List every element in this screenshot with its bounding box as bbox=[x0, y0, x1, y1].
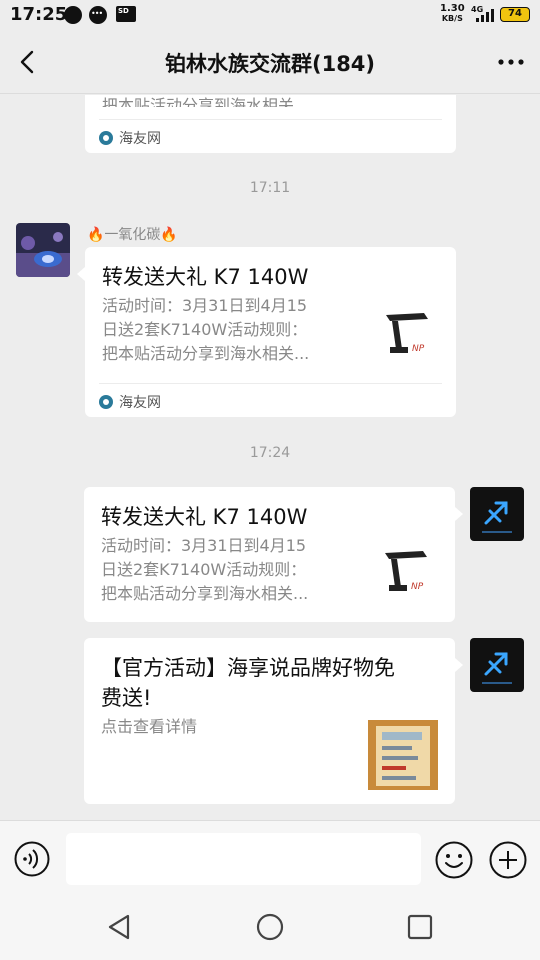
link-card[interactable]: 【官方活动】海享说品牌好物免 费送! 点击查看详情 bbox=[84, 638, 455, 804]
card-desc-line: 活动时间：3月31日到4月15 bbox=[102, 296, 308, 315]
card-source-label: 海友网 bbox=[119, 395, 161, 411]
fish-avatar-image bbox=[16, 223, 70, 277]
source-logo-icon bbox=[99, 131, 113, 145]
network-speed-unit: KB/S bbox=[441, 14, 463, 23]
card-divider bbox=[99, 383, 442, 384]
avatar[interactable] bbox=[470, 638, 524, 692]
card-source: 海友网 bbox=[99, 392, 161, 412]
card-desc-line: 把本贴活动分享到海水相关... bbox=[101, 584, 309, 603]
network-speed: 1.30 KB/S bbox=[440, 4, 465, 24]
card-title-line: 费送! bbox=[101, 686, 152, 710]
chat-notification-icon bbox=[64, 6, 82, 24]
timestamp: 17:24 bbox=[249, 445, 291, 461]
chat-header: 铂林水族交流群(184) bbox=[0, 30, 540, 94]
back-triangle-icon[interactable] bbox=[106, 913, 134, 941]
svg-text:NP: NP bbox=[411, 582, 424, 592]
avatar[interactable] bbox=[16, 223, 70, 277]
page-title: 铂林水族交流群(184) bbox=[164, 52, 376, 76]
signal-icon bbox=[476, 8, 494, 22]
card-desc-line: 日送2套K7140W活动规则： bbox=[102, 320, 308, 339]
system-navigation-bar bbox=[0, 897, 540, 960]
link-card[interactable]: 转发送大礼 K7 140W 活动时间：3月31日到4月15 日送2套K7140W… bbox=[85, 247, 456, 417]
timestamp: 17:11 bbox=[249, 180, 291, 196]
card-desc-line: 点击查看详情 bbox=[101, 717, 198, 736]
card-description-tail: 把本贴活动分享到海水相关... bbox=[102, 96, 310, 107]
emoji-icon[interactable] bbox=[435, 841, 473, 879]
sender-name: 🔥一氧化碳🔥 bbox=[87, 227, 178, 243]
more-horizontal-icon[interactable] bbox=[496, 48, 526, 76]
avatar[interactable] bbox=[470, 487, 524, 541]
svg-text:NP: NP bbox=[412, 344, 425, 354]
source-logo-icon bbox=[99, 395, 113, 409]
sagittarius-avatar-image bbox=[470, 638, 524, 692]
card-title: 转发送大礼 K7 140W bbox=[101, 505, 308, 529]
message-list[interactable]: 把本贴活动分享到海水相关... 海友网 17:11 🔥一氧化碳🔥 转发送大礼 K… bbox=[0, 95, 540, 820]
card-source: 海友网 bbox=[99, 128, 161, 148]
link-card-partial[interactable]: 把本贴活动分享到海水相关... 海友网 bbox=[85, 95, 456, 153]
card-title: 转发送大礼 K7 140W bbox=[102, 265, 309, 289]
card-desc-line: 把本贴活动分享到海水相关... bbox=[102, 344, 310, 363]
card-desc-line: 日送2套K7140W活动规则： bbox=[101, 560, 307, 579]
link-card[interactable]: 转发送大礼 K7 140W 活动时间：3月31日到4月15 日送2套K7140W… bbox=[84, 487, 455, 622]
home-circle-icon[interactable] bbox=[256, 913, 284, 941]
lamp-thumbnail-image: NP bbox=[378, 305, 440, 367]
card-title-line: 【官方活动】海享说品牌好物免 bbox=[101, 656, 395, 680]
status-bar: 17:25 SD 1.30 KB/S 4G 74 bbox=[0, 0, 540, 30]
plus-icon[interactable] bbox=[489, 841, 527, 879]
recent-apps-icon[interactable] bbox=[407, 914, 433, 940]
lamp-thumbnail-image: NP bbox=[377, 543, 439, 605]
bubble-tail bbox=[455, 658, 463, 672]
input-bar bbox=[0, 820, 540, 897]
card-desc-line: 活动时间：3月31日到4月15 bbox=[101, 536, 307, 555]
bubble-tail bbox=[455, 507, 463, 521]
voice-icon[interactable] bbox=[14, 841, 50, 877]
product-thumbnail-image bbox=[368, 720, 438, 790]
sd-card-label: SD bbox=[118, 7, 129, 15]
sd-card-icon: SD bbox=[116, 6, 136, 22]
card-divider bbox=[99, 119, 442, 120]
more-notification-icon bbox=[89, 6, 107, 24]
battery-icon: 74 bbox=[500, 7, 530, 22]
card-source-label: 海友网 bbox=[119, 131, 161, 147]
network-speed-value: 1.30 bbox=[440, 3, 465, 14]
sagittarius-avatar-image bbox=[470, 487, 524, 541]
message-input[interactable] bbox=[66, 833, 421, 885]
bubble-tail bbox=[77, 267, 85, 281]
status-time: 17:25 bbox=[10, 4, 68, 25]
